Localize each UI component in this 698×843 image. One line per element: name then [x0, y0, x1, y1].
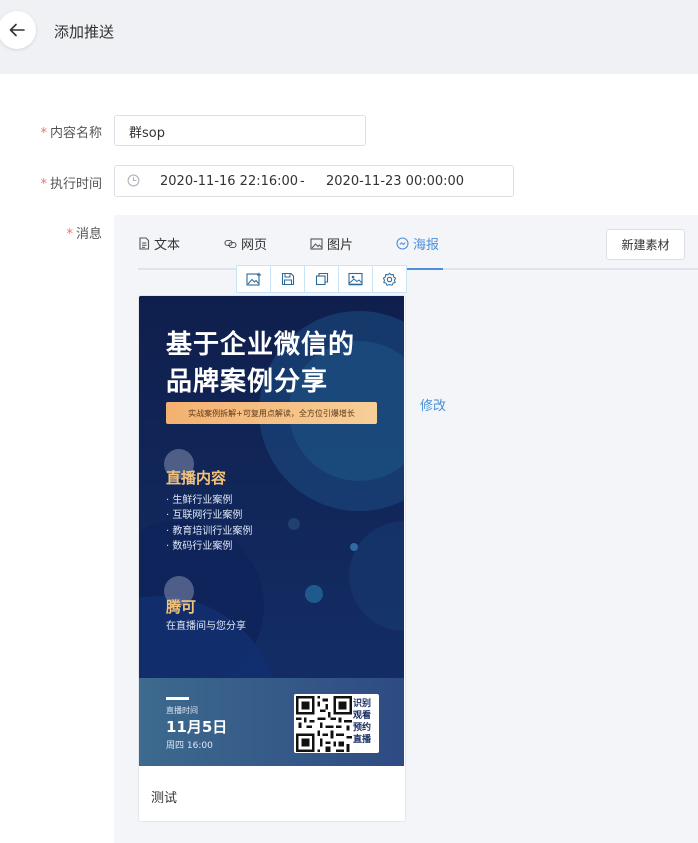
poster-qr-caption: 识别观看预约直播	[353, 699, 372, 745]
poster-section1-item: · 互联网行业案例	[166, 510, 243, 521]
poster-card-caption: 测试	[151, 791, 178, 806]
poster-live-time: 周四 16:00	[166, 741, 213, 751]
poster-title-line2: 品牌案例分享	[166, 367, 329, 397]
qr-code-icon	[296, 696, 352, 752]
link-icon	[224, 239, 237, 248]
poster-live-label: 直播时间	[166, 706, 198, 715]
poster-live-date: 11月5日	[166, 718, 228, 736]
tab-text[interactable]: 文本	[138, 234, 180, 253]
poster-banner: 实战案例拆解+可复用点解读，全方位引爆增长	[166, 402, 377, 424]
page-header: 添加推送	[0, 0, 698, 74]
date-separator: -	[300, 174, 305, 189]
poster-section1-item: · 数码行业案例	[166, 541, 233, 552]
document-icon	[139, 237, 150, 250]
back-button[interactable]	[0, 11, 36, 49]
settings-icon	[382, 271, 397, 286]
poster-toolbar	[236, 265, 407, 293]
required-mark: *	[66, 227, 73, 242]
edit-link[interactable]: 修改	[420, 395, 446, 414]
tab-label: 网页	[241, 238, 268, 253]
picture-icon	[348, 272, 363, 286]
tab-image[interactable]: 图片	[310, 234, 353, 253]
new-material-button[interactable]: 新建素材	[606, 229, 685, 260]
page-title: 添加推送	[54, 23, 115, 41]
poster-card[interactable]: 基于企业微信的 品牌案例分享 实战案例拆解+可复用点解读，全方位引爆增长 直播内…	[138, 295, 406, 822]
required-mark: *	[40, 177, 47, 192]
arrow-left-icon	[9, 23, 25, 37]
settings-button[interactable]	[373, 266, 406, 292]
add-image-icon	[245, 272, 261, 286]
content-name-value: 群sop	[129, 126, 165, 141]
tab-label: 海报	[413, 238, 440, 253]
required-mark: *	[40, 126, 47, 141]
tab-label: 图片	[327, 238, 354, 253]
replace-image-button[interactable]	[339, 266, 373, 292]
clock-icon	[127, 174, 140, 187]
poster-section2-text: 在直播间与您分享	[166, 621, 246, 632]
copy-icon	[315, 272, 328, 286]
date-range-picker[interactable]: 2020-11-16 22:16:00 - 2020-11-23 00:00:0…	[114, 165, 514, 197]
poster-section1-item: · 教育培训行业案例	[166, 526, 253, 537]
content-name-label: * 内容名称	[40, 126, 102, 141]
tab-poster[interactable]: 海报	[396, 234, 439, 253]
tab-webpage[interactable]: 网页	[224, 234, 267, 253]
execution-time-label: * 执行时间	[40, 177, 102, 192]
date-start-value[interactable]: 2020-11-16 22:16:00	[160, 174, 298, 189]
poster-footer-bar	[166, 697, 189, 700]
message-panel: 文本 网页 图片 海报 新建素材 基于企业微信的 品牌案例分享 实战案例拆解+可…	[114, 215, 698, 843]
save-icon	[281, 272, 294, 286]
poster-qr-block: 识别观看预约直播	[294, 694, 379, 753]
poster-icon	[396, 237, 409, 250]
poster-title-line1: 基于企业微信的	[166, 330, 356, 360]
copy-button[interactable]	[305, 266, 339, 292]
image-icon	[310, 237, 323, 250]
poster-footer: 直播时间 11月5日 周四 16:00 识别观看预约直播	[139, 678, 404, 766]
poster-image: 基于企业微信的 品牌案例分享 实战案例拆解+可复用点解读，全方位引爆增长 直播内…	[139, 296, 404, 766]
content-name-input[interactable]: 群sop	[114, 115, 366, 146]
poster-section1-item: · 生鲜行业案例	[166, 495, 233, 506]
poster-section2-title: 腾可	[166, 598, 197, 616]
tab-label: 文本	[154, 238, 181, 253]
add-image-button[interactable]	[237, 266, 271, 292]
save-button[interactable]	[271, 266, 305, 292]
message-label: * 消息	[66, 227, 102, 242]
poster-section1-title: 直播内容	[166, 469, 227, 487]
date-end-value[interactable]: 2020-11-23 00:00:00	[326, 174, 464, 189]
